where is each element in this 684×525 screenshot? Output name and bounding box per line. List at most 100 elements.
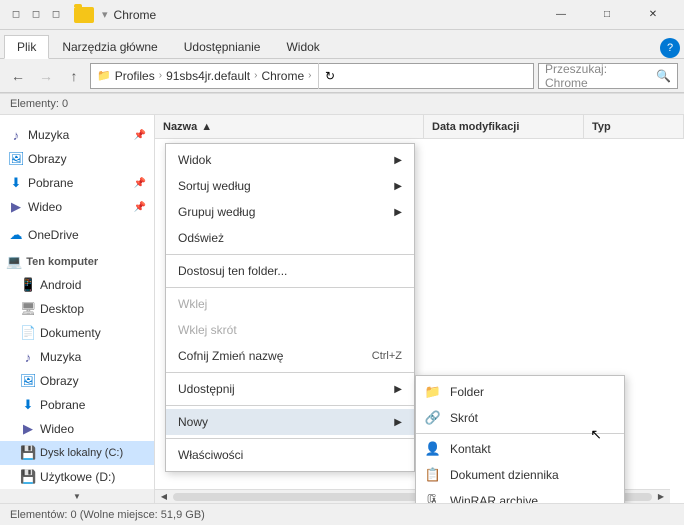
up-button[interactable]: ↑: [62, 64, 86, 88]
forward-button[interactable]: →: [34, 64, 58, 88]
ctx-widok-label: Widok: [178, 153, 211, 167]
sub-folder[interactable]: 📁 Folder: [416, 379, 624, 405]
disk-d-icon: 💾: [20, 469, 36, 485]
music2-icon: ♪: [20, 350, 36, 365]
ctx-nowy[interactable]: Nowy ▶: [166, 409, 414, 435]
pin-icon-pobrane: 📌: [134, 178, 146, 189]
ctx-wklej-skrot-label: Wklej skrót: [178, 323, 237, 337]
ctx-wklej-skrot[interactable]: Wklej skrót: [166, 317, 414, 343]
sidebar-label-dysk-d: Użytkowe (D:): [40, 470, 115, 484]
tab-narzedzia[interactable]: Narzędzia główne: [49, 34, 170, 58]
ctx-cofnij-label: Cofnij Zmień nazwę: [178, 349, 283, 363]
sidebar-label-obrazy2: Obrazy: [40, 374, 79, 388]
sidebar-item-onedrive[interactable]: ☁ OneDrive: [0, 223, 154, 247]
status-bottom-text: Elementów: 0 (Wolne miejsce: 51,9 GB): [10, 509, 205, 521]
sub-dok-dziennika[interactable]: 📋 Dokument dziennika: [416, 462, 624, 488]
sidebar-item-pobrane[interactable]: ⬇ Pobrane 📌: [0, 171, 154, 195]
ctx-sortuj-arrow: ▶: [394, 181, 402, 192]
sub-winrar[interactable]: 🗜 WinRAR archive: [416, 488, 624, 503]
ctx-grupuj-arrow: ▶: [394, 207, 402, 218]
help-button[interactable]: ?: [660, 38, 680, 58]
sidebar-ten-komputer-header: 💻 Ten komputer: [0, 251, 154, 273]
sidebar-item-muzyka[interactable]: ♪ Muzyka 📌: [0, 123, 154, 147]
sidebar-item-dokumenty[interactable]: 📄 Dokumenty: [0, 321, 154, 345]
docs-icon: 📄: [20, 325, 36, 341]
address-bar[interactable]: 📁 Profiles › 91sbs4jr.default › Chrome ›…: [90, 63, 534, 89]
sidebar-label-desktop: Desktop: [40, 302, 84, 316]
sidebar-label-android: Android: [40, 278, 81, 292]
pin-icon-muzyka: 📌: [134, 130, 146, 141]
ctx-wklej[interactable]: Wklej: [166, 291, 414, 317]
scroll-right-button[interactable]: ▶: [654, 490, 668, 504]
ctx-sep2: [166, 287, 414, 288]
android-icon: 📱: [20, 277, 36, 293]
onedrive-icon: ☁: [8, 227, 24, 243]
sidebar-item-obrazy[interactable]: 🖼 Obrazy: [0, 147, 154, 171]
ctx-wlasciwosci[interactable]: Właściwości: [166, 442, 414, 468]
download-icon: ⬇: [8, 175, 24, 191]
submenu-nowy: 📁 Folder 🔗 Skrót 👤 Kontakt 📋 Dokument dz…: [415, 375, 625, 503]
ribbon-tabs: Plik Narzędzia główne Udostępnianie Wido…: [0, 30, 684, 58]
tab-udostepnianie[interactable]: Udostępnianie: [171, 34, 274, 58]
sidebar-item-wideo[interactable]: ▶ Wideo 📌: [0, 195, 154, 219]
sub-dok-dziennika-label: Dokument dziennika: [450, 468, 559, 482]
ctx-grupuj[interactable]: Grupuj według ▶: [166, 199, 414, 225]
maximize-button[interactable]: □: [584, 0, 630, 30]
ctx-widok[interactable]: Widok ▶: [166, 147, 414, 173]
sub-skrot[interactable]: 🔗 Skrót: [416, 405, 624, 431]
sidebar-label-dysk-c: Dysk lokalny (C:): [40, 447, 123, 459]
ctx-dostosuj-label: Dostosuj ten folder...: [178, 264, 287, 278]
sidebar-item-obrazy2[interactable]: 🖼 Obrazy: [0, 369, 154, 393]
pc-icon: 💻: [6, 254, 22, 270]
ribbon: Plik Narzędzia główne Udostępnianie Wido…: [0, 30, 684, 59]
sidebar-item-wideo2[interactable]: ▶ Wideo: [0, 417, 154, 441]
tab-plik[interactable]: Plik: [4, 35, 49, 59]
window-title: Chrome: [114, 8, 538, 22]
breadcrumb-chrome[interactable]: Chrome: [261, 69, 304, 83]
shortcut-sub-icon: 🔗: [424, 409, 442, 427]
sidebar-item-desktop[interactable]: 🖥 Desktop: [0, 297, 154, 321]
sep2: ›: [254, 70, 257, 81]
sidebar-item-muzyka2[interactable]: ♪ Muzyka: [0, 345, 154, 369]
sidebar-item-dysk-c[interactable]: 💾 Dysk lokalny (C:): [0, 441, 154, 465]
breadcrumb-default[interactable]: 91sbs4jr.default: [166, 69, 250, 83]
back-button[interactable]: ←: [6, 64, 30, 88]
col-header-data[interactable]: Data modyfikacji: [424, 115, 584, 138]
search-bar[interactable]: Przeszukaj: Chrome 🔍: [538, 63, 678, 89]
ctx-udostepnij[interactable]: Udostępnij ▶: [166, 376, 414, 402]
sidebar-label-muzyka2: Muzyka: [40, 350, 81, 364]
ctx-cofnij[interactable]: Cofnij Zmień nazwę Ctrl+Z: [166, 343, 414, 369]
ctx-nowy-label: Nowy: [178, 415, 208, 429]
sidebar-label-pobrane: Pobrane: [28, 176, 73, 190]
ctx-cofnij-shortcut: Ctrl+Z: [372, 350, 402, 362]
col-nazwa-arrow: ▲: [201, 121, 212, 133]
window-icon-2: ◻: [28, 7, 44, 23]
sidebar-item-android[interactable]: 📱 Android: [0, 273, 154, 297]
sub-kontakt[interactable]: 👤 Kontakt: [416, 436, 624, 462]
close-button[interactable]: ✕: [630, 0, 676, 30]
tab-widok[interactable]: Widok: [273, 34, 332, 58]
breadcrumb-profiles[interactable]: Profiles: [115, 69, 155, 83]
sidebar-label-obrazy: Obrazy: [28, 152, 67, 166]
sidebar-label-wideo2: Wideo: [40, 422, 74, 436]
ctx-grupuj-label: Grupuj według: [178, 205, 255, 219]
refresh-button[interactable]: ↻: [318, 63, 342, 89]
winrar-sub-icon: 🗜: [424, 492, 442, 503]
sidebar-item-pobrane2[interactable]: ⬇ Pobrane: [0, 393, 154, 417]
sidebar-label-onedrive: OneDrive: [28, 228, 79, 242]
ctx-dostosuj[interactable]: Dostosuj ten folder...: [166, 258, 414, 284]
col-header-typ[interactable]: Typ: [584, 115, 684, 138]
search-placeholder: Przeszukaj: Chrome: [545, 62, 652, 90]
minimize-button[interactable]: —: [538, 0, 584, 30]
sep3: ›: [308, 70, 311, 81]
ctx-sep4: [166, 405, 414, 406]
ctx-odswierz[interactable]: Odśwież: [166, 225, 414, 251]
desktop-icon: 🖥: [20, 301, 36, 317]
sidebar-scroll-down[interactable]: ▼: [0, 489, 154, 503]
col-header-nazwa[interactable]: Nazwa ▲: [155, 115, 424, 138]
status-bar-bottom: Elementów: 0 (Wolne miejsce: 51,9 GB): [0, 503, 684, 525]
contact-sub-icon: 👤: [424, 440, 442, 458]
scroll-left-button[interactable]: ◀: [157, 490, 171, 504]
sidebar-item-dysk-d[interactable]: 💾 Użytkowe (D:): [0, 465, 154, 489]
ctx-sortuj[interactable]: Sortuj według ▶: [166, 173, 414, 199]
